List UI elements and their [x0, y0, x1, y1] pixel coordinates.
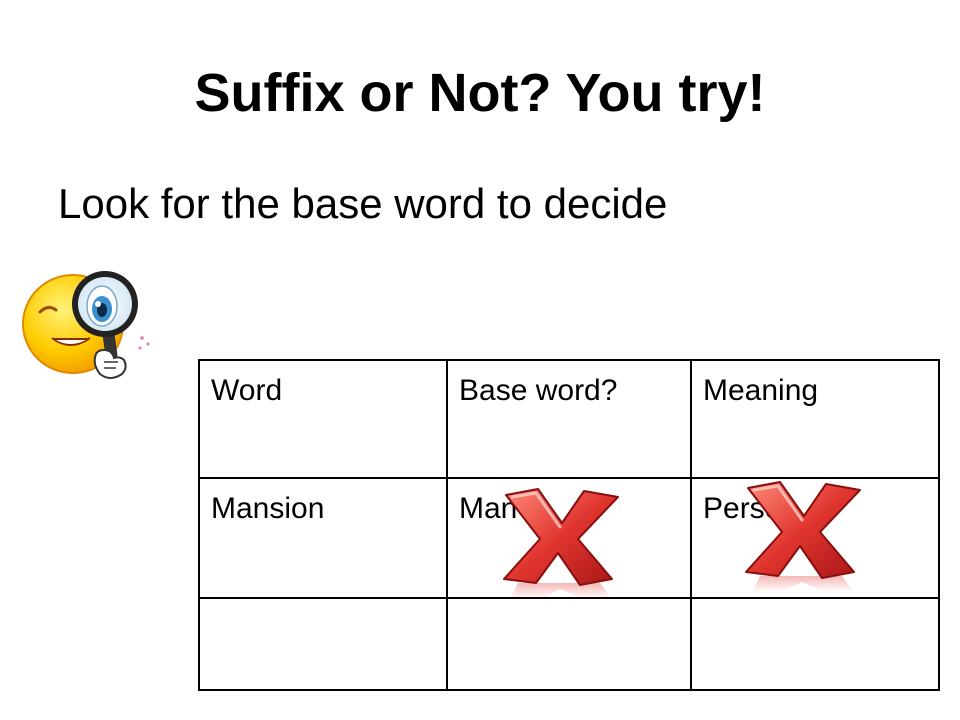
smiley-magnifying-glass-icon — [22, 271, 150, 379]
table-row — [198, 597, 940, 691]
red-x-icon — [745, 481, 861, 592]
slide-title: Suffix or Not? You try! — [194, 63, 766, 123]
slide-subtitle: Look for the base word to decide — [58, 180, 668, 227]
header-cell-base-word: Base word? — [446, 359, 692, 479]
table-cell-word — [198, 597, 448, 691]
table-header-row: Word Base word? Meaning — [198, 359, 940, 479]
red-x-icon — [503, 488, 619, 599]
header-cell-meaning: Meaning — [690, 359, 940, 479]
table-cell-word: Mansion — [198, 477, 448, 599]
table-cell-base-word — [446, 597, 692, 691]
slide: Suffix or Not? You try! Look for the bas… — [0, 0, 960, 720]
header-cell-word: Word — [198, 359, 448, 479]
table-cell-meaning — [690, 597, 940, 691]
